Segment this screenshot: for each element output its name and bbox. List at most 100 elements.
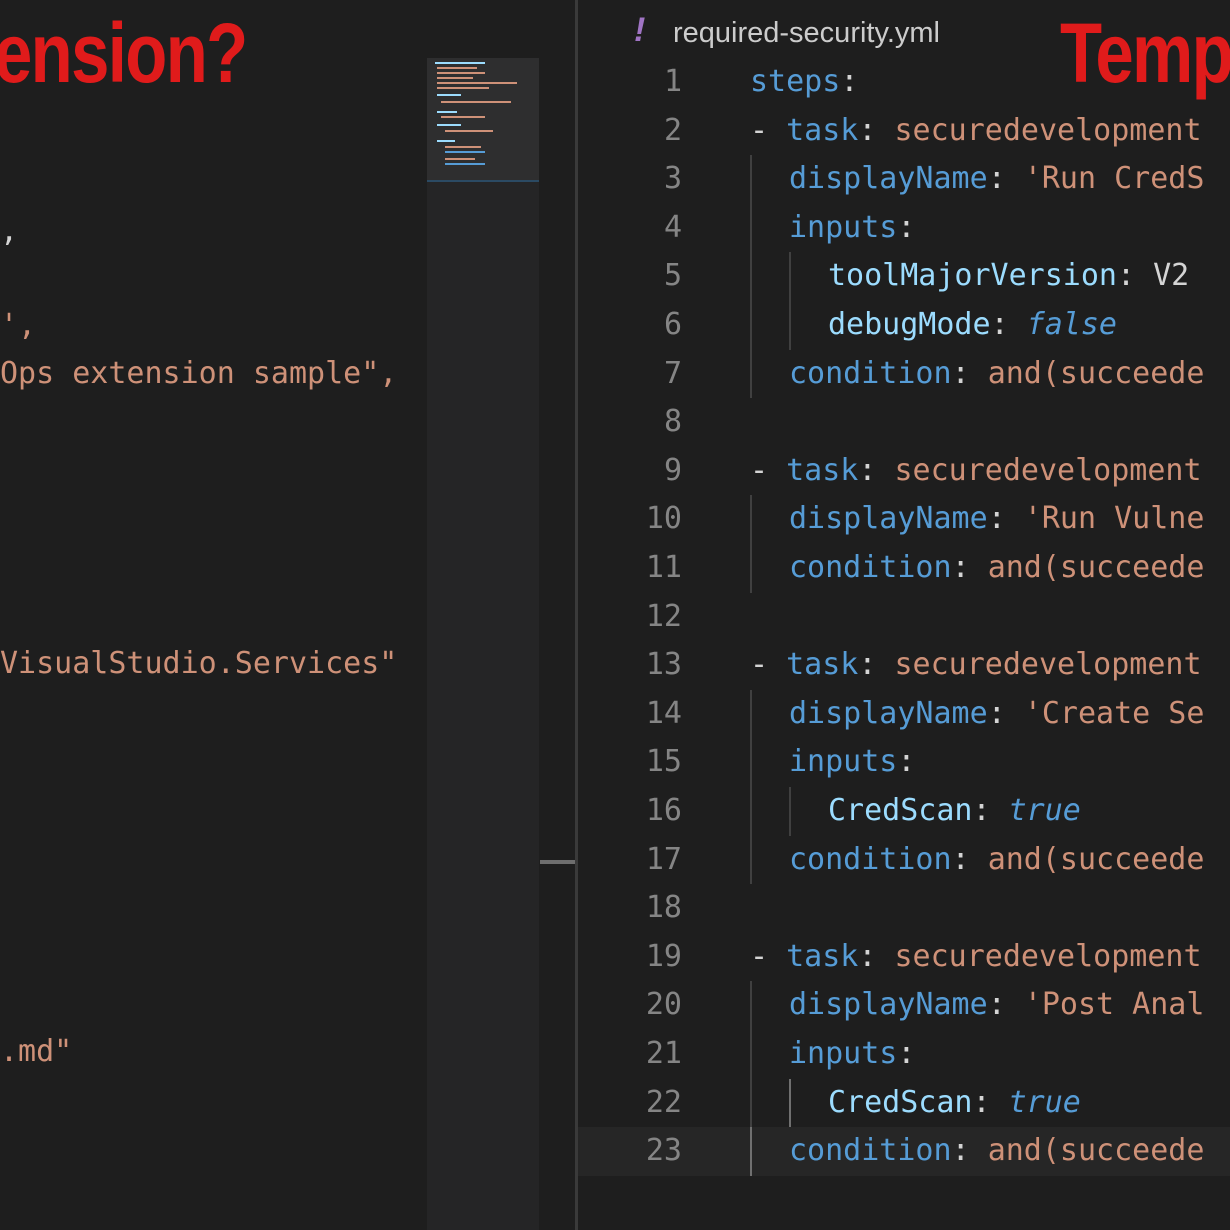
code-token: : [858, 647, 895, 683]
line-number: 12 [645, 598, 682, 634]
code-token: : [951, 550, 988, 585]
code-token: condition [789, 355, 952, 391]
code-line[interactable]: 4 inputs: [578, 203, 1230, 253]
code-token: : [987, 501, 1024, 537]
indent-guide [750, 689, 752, 739]
code-token: 'Run Vulne [1023, 501, 1205, 537]
code-line[interactable]: 16 CredScan: true [578, 787, 1230, 836]
scrollbar-thumb[interactable] [540, 860, 575, 864]
indent-guide [789, 301, 791, 350]
code-line[interactable]: 17 condition: and(succeede [578, 835, 1230, 885]
code-line[interactable]: 7 condition: and(succeede [578, 349, 1230, 399]
code-line[interactable]: 12 [578, 593, 1230, 642]
code-token: : [987, 161, 1024, 197]
minimap-line [445, 158, 475, 160]
code-token: : [897, 209, 916, 245]
code-line[interactable]: 5 toolMajorVersion: V2 [578, 252, 1230, 301]
code-token: : [951, 1133, 988, 1169]
code-text: - task: securedevelopment [750, 107, 1202, 155]
minimap-line [437, 82, 517, 84]
left-code-area[interactable]: , ', Ops extension sample", VisualStudio… [0, 0, 425, 1230]
code-text: CredScan: true [828, 1079, 1081, 1127]
code-line[interactable]: 8 [578, 398, 1230, 447]
code-text: toolMajorVersion: V2 [828, 252, 1189, 300]
code-line[interactable]: 6 debugMode: false [578, 301, 1230, 350]
code-token: task [786, 112, 859, 148]
code-token: : [840, 64, 859, 99]
left-editor-pane[interactable]: , ', Ops extension sample", VisualStudio… [0, 0, 575, 1230]
indent-guide [750, 1030, 752, 1079]
line-number: 7 [663, 355, 682, 391]
code-token: : [951, 841, 988, 877]
code-text: condition: and(succeede [789, 544, 1204, 592]
code-text: displayName: 'Post Anal [789, 981, 1204, 1029]
code-token: 'Create Se [1023, 695, 1205, 731]
code-token: : [897, 744, 916, 780]
code-line[interactable]: 22 CredScan: true [578, 1078, 1230, 1128]
line-number: 22 [645, 1084, 682, 1120]
line-number: 2 [663, 112, 682, 148]
banner-title-left: ension? [0, 6, 248, 100]
minimap-line [437, 94, 461, 96]
line-number: 20 [645, 987, 682, 1023]
code-text: condition: and(succeede [789, 836, 1204, 884]
left-code-line: , [0, 214, 19, 249]
yaml-file-icon: ! [634, 11, 646, 49]
code-line[interactable]: 10 displayName: 'Run Vulne [578, 495, 1230, 544]
indent-guide [750, 252, 752, 301]
code-token: securedevelopment [894, 112, 1202, 148]
code-line[interactable]: 20 displayName: 'Post Anal [578, 981, 1230, 1030]
code-text: condition: and(succeede [789, 1127, 1204, 1175]
line-number: 6 [663, 307, 682, 342]
minimap-line [441, 101, 511, 103]
left-code-line: ', [0, 308, 37, 343]
right-editor-pane[interactable]: ! required-security.yml 1 steps: 2 - task: … [578, 0, 1230, 1230]
banner-title-right: Temp [1060, 6, 1230, 100]
code-token: false [1026, 307, 1117, 342]
code-token: condition [789, 1133, 952, 1169]
code-token: 'Run CredS [1023, 161, 1205, 197]
indent-guide [750, 203, 752, 253]
code-text: displayName: 'Run CredS [789, 155, 1204, 203]
tab-file-name: required-security.yml [673, 17, 940, 49]
vertical-scrollbar[interactable] [540, 58, 575, 1230]
code-line[interactable]: 19 - task: securedevelopment [578, 933, 1230, 982]
code-token: displayName [789, 501, 988, 537]
code-text: inputs: [789, 204, 915, 252]
left-code-line: .md" [0, 1034, 73, 1069]
code-line[interactable]: 14 displayName: 'Create Se [578, 689, 1230, 739]
code-line[interactable]: 15 inputs: [578, 738, 1230, 787]
code-line[interactable]: 18 [578, 884, 1230, 933]
line-number: 1 [663, 64, 682, 99]
indent-guide [750, 835, 752, 885]
code-token: displayName [789, 695, 988, 731]
code-token: inputs [789, 209, 898, 245]
code-line[interactable]: 11 condition: and(succeede [578, 544, 1230, 593]
code-text: condition: and(succeede [789, 350, 1204, 398]
minimap-line [441, 116, 485, 118]
code-token: and(succeede [987, 550, 1205, 585]
minimap-line [437, 72, 485, 74]
code-line[interactable]: 9 - task: securedevelopment [578, 447, 1230, 496]
code-line[interactable]: 2 - task: securedevelopment [578, 107, 1230, 156]
code-token: condition [789, 841, 952, 877]
code-token: toolMajorVersion [828, 258, 1117, 294]
code-token: : [987, 987, 1024, 1023]
line-number: 16 [645, 793, 682, 828]
code-token: 'Post Anal [1023, 987, 1205, 1023]
line-number: 4 [663, 209, 682, 245]
minimap-line [437, 111, 457, 113]
code-token: : [951, 355, 988, 391]
code-token: debugMode [828, 307, 991, 342]
code-line[interactable]: 23 condition: and(succeede [578, 1127, 1230, 1176]
code-token: - [750, 112, 787, 148]
code-line[interactable]: 21 inputs: [578, 1030, 1230, 1079]
code-line[interactable]: 3 displayName: 'Run CredS [578, 155, 1230, 204]
code-token: inputs [789, 744, 898, 780]
minimap-line [437, 67, 477, 69]
code-line[interactable]: 13 - task: securedevelopment [578, 641, 1230, 690]
code-token: - [750, 647, 787, 683]
minimap[interactable] [427, 58, 539, 1230]
code-text: displayName: 'Create Se [789, 690, 1204, 738]
code-token: true [1008, 1084, 1081, 1120]
